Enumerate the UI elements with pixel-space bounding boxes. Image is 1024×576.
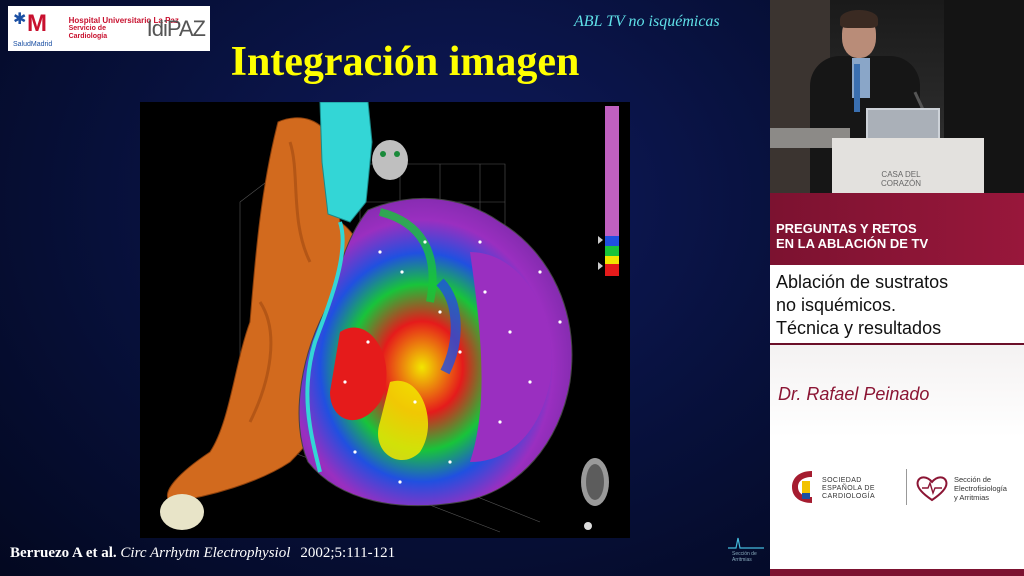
- service-name: Servicio de Cardiología: [68, 25, 108, 40]
- salud-madrid-logo: ✱ M SaludMadrid: [13, 10, 65, 48]
- speaker-lanyard: [854, 64, 860, 112]
- slide-topic: ABL TV no isquémicas: [574, 13, 720, 30]
- session-title: Preguntas y retos en la ablación de TV: [776, 221, 929, 251]
- speaker-hair: [840, 10, 878, 28]
- lectern-label: CASA DEL CORAZÓN: [881, 170, 921, 188]
- ecg-wave-icon: [728, 537, 764, 549]
- cardiac-map-illustration: [160, 102, 619, 533]
- footer-logo-text: Sección de Arritmias: [732, 551, 757, 563]
- organizations: Sociedad Española de Cardiología Sección…: [788, 463, 1018, 513]
- presentation-slide: ✱ M SaludMadrid Hospital Universitario L…: [0, 0, 770, 576]
- citation-authors: Berruezo A et al.: [10, 545, 117, 561]
- heart-outline-icon: [916, 476, 948, 502]
- info-lower-area: [770, 345, 1024, 576]
- logo-sub-text: SaludMadrid: [13, 40, 53, 48]
- citation-journal: Circ Arrhytm Electrophysiol: [120, 545, 291, 561]
- citation: Berruezo A et al. Circ Arrhytm Electroph…: [10, 545, 395, 562]
- speaker-name: Dr. Rafael Peinado: [778, 384, 930, 404]
- session-info-panel: Preguntas y retos en la ablación de TV A…: [770, 193, 1024, 576]
- section-footer-logo: Sección de Arritmias: [726, 536, 766, 570]
- org-separator: [906, 469, 907, 505]
- speaker-video: CASA DEL CORAZÓN: [770, 0, 1024, 193]
- logo-mark-text: M: [27, 9, 47, 37]
- hospital-name: Hospital Universitario La Paz: [68, 16, 179, 25]
- hospital-logo: ✱ M SaludMadrid Hospital Universitario L…: [8, 6, 210, 51]
- society-name: Sociedad Española de Cardiología: [822, 477, 876, 500]
- sec-shield-icon: [792, 471, 812, 503]
- talk-title: Ablación de sustratos no isquémicos. Téc…: [776, 272, 949, 338]
- laptop: [866, 108, 940, 140]
- electroanatomic-map-image: [140, 102, 630, 538]
- bottom-bar: [770, 569, 1024, 576]
- session-header: Preguntas y retos en la ablación de TV: [770, 193, 1024, 265]
- slide-title: Integración imagen: [230, 39, 580, 85]
- section-name: Sección de Electrofisiología y Arritmias: [954, 475, 1007, 502]
- citation-ref: 2002;5:111-121: [300, 545, 396, 561]
